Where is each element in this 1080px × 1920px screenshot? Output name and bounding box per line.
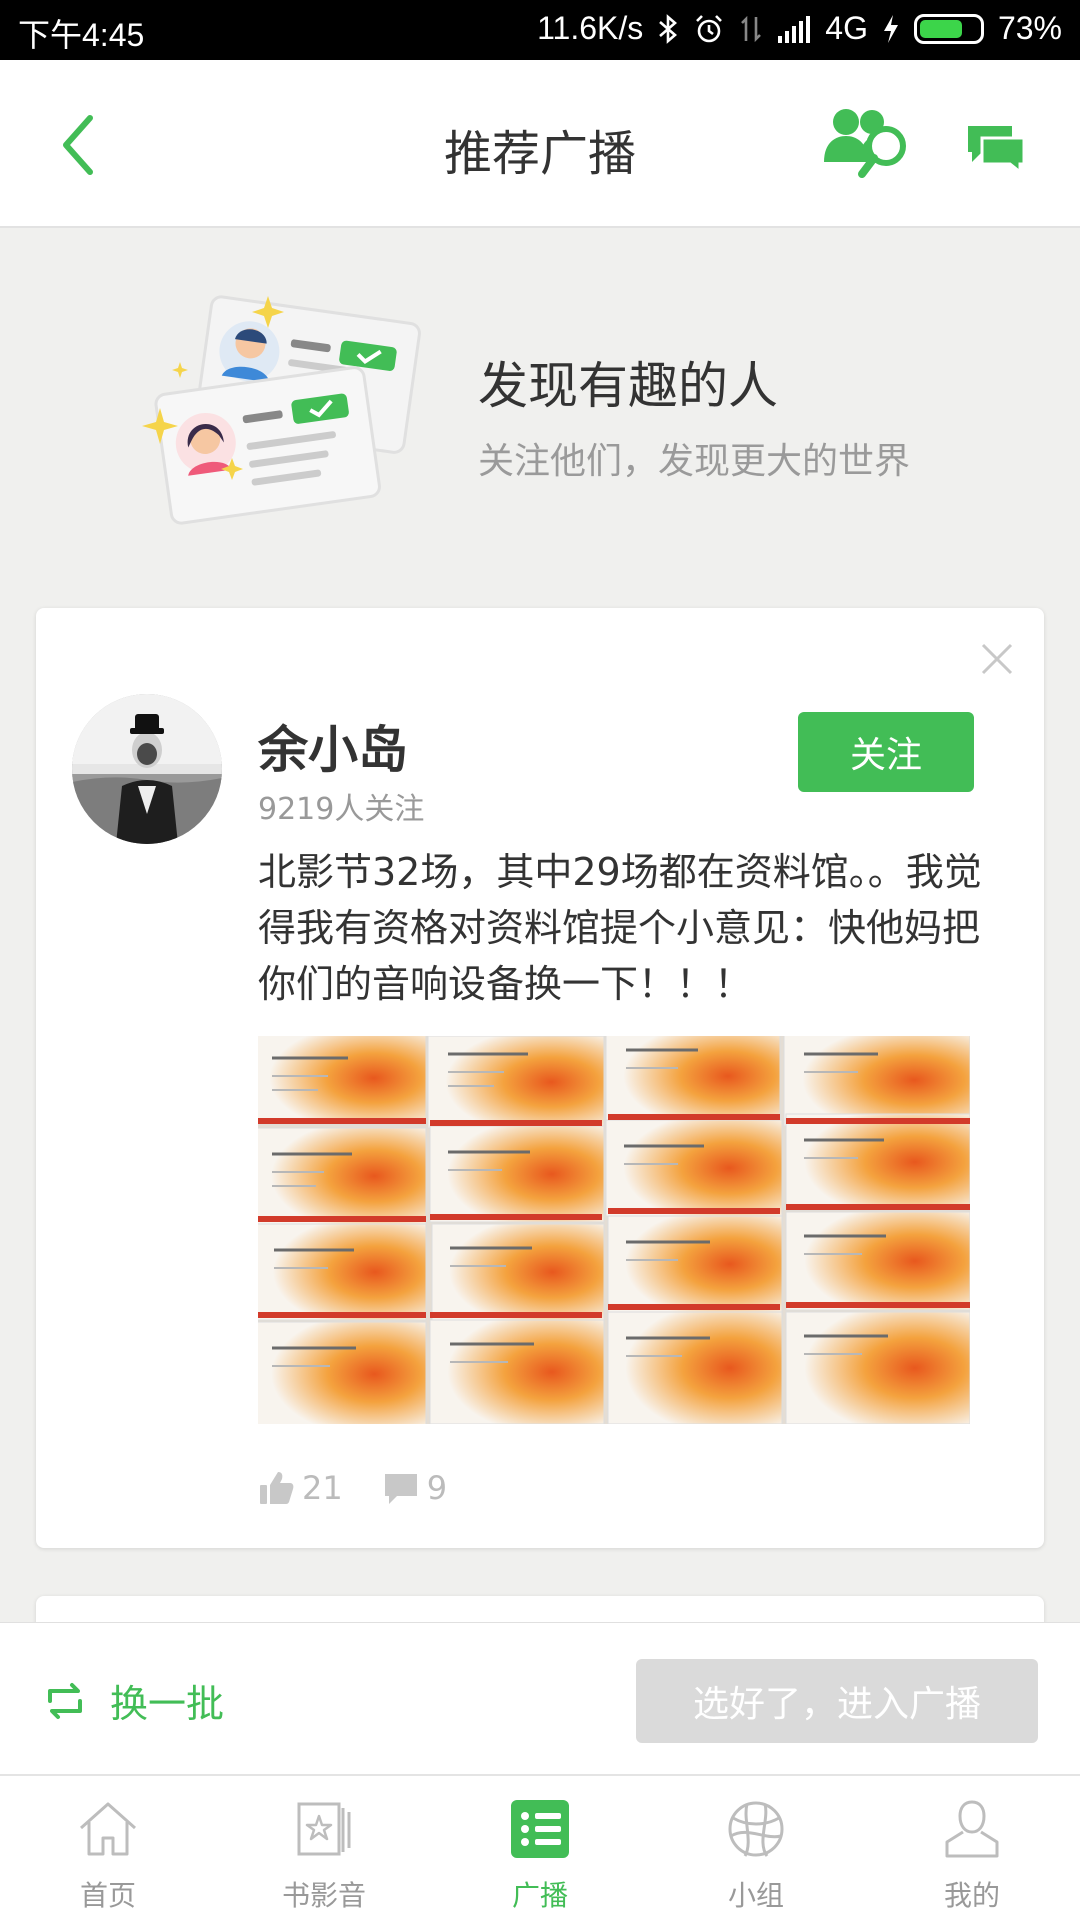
tab-group[interactable]: 小组 — [648, 1776, 864, 1920]
battery-fill — [919, 19, 962, 38]
battery-icon — [913, 13, 984, 44]
top-header: 推荐广播 — [0, 60, 1080, 228]
battery-percent: 73% — [997, 10, 1062, 46]
message-icon[interactable] — [966, 122, 1028, 172]
follower-count: 9219人关注 — [258, 792, 425, 827]
tickets-photo — [258, 1036, 970, 1424]
home-icon — [80, 1802, 136, 1856]
signal-icon — [778, 15, 811, 43]
thumbs-up-icon — [260, 1472, 294, 1504]
tab-profile[interactable]: 我的 — [864, 1776, 1080, 1920]
avatar[interactable] — [72, 694, 222, 844]
post-image[interactable] — [258, 1036, 970, 1424]
follow-button[interactable]: 关注 — [798, 712, 974, 792]
bottom-tab-bar: 首页 书影音 广播 小组 我的 — [0, 1774, 1080, 1920]
media-icon — [297, 1802, 351, 1856]
tab-broadcast[interactable]: 广播 — [432, 1776, 648, 1920]
group-icon — [728, 1801, 784, 1857]
tab-media-label: 书影音 — [281, 1879, 366, 1912]
broadcast-icon — [511, 1800, 569, 1858]
profile-icon — [945, 1800, 999, 1858]
tab-home[interactable]: 首页 — [0, 1776, 216, 1920]
tab-home-label: 首页 — [79, 1879, 136, 1912]
comment-count: 9 — [426, 1469, 448, 1507]
enter-broadcast-button[interactable]: 选好了，进入广播 — [636, 1659, 1038, 1743]
network-type: 4G — [825, 10, 868, 46]
data-transfer-icon — [741, 15, 762, 42]
avatar-image — [72, 694, 222, 844]
tab-media[interactable]: 书影音 — [216, 1776, 432, 1920]
user-name[interactable]: 余小岛 — [258, 710, 408, 782]
page-title: 推荐广播 — [443, 126, 636, 182]
tab-broadcast-label: 广播 — [511, 1879, 568, 1912]
discover-people-illustration — [142, 295, 421, 525]
charging-icon — [883, 14, 898, 43]
close-icon[interactable] — [980, 642, 1014, 676]
comment-icon — [384, 1474, 417, 1504]
network-speed: 11.6K/s — [537, 10, 644, 46]
status-time: 下午4:45 — [18, 17, 145, 53]
refresh-label: 换一批 — [110, 1682, 225, 1726]
refresh-button[interactable]: 换一批 — [40, 1673, 224, 1728]
refresh-icon — [48, 1682, 82, 1719]
hero-title: 发现有趣的人 — [478, 357, 778, 415]
comment-stat[interactable]: 9 — [383, 1469, 447, 1507]
status-right: 11.6K/s 4G 73% — [537, 10, 1062, 47]
like-count: 21 — [302, 1469, 343, 1507]
tab-profile-label: 我的 — [943, 1879, 1000, 1912]
post-stats: 21 9 — [258, 1466, 487, 1510]
hero-subtitle: 关注他们，发现更大的世界 — [478, 441, 911, 482]
action-bar: 换一批 选好了，进入广播 — [0, 1622, 1080, 1774]
post-text[interactable]: 北影节32场，其中29场都在资料馆。。我觉得我有资格对资料馆提个小意见：快他妈把… — [258, 844, 998, 1012]
status-bar: 下午4:45 11.6K/s 4G 73% — [0, 0, 1080, 60]
recommendation-card: 余小岛 9219人关注 关注 北影节32场，其中29场都在资料馆。。我觉得我有资… — [36, 608, 1044, 1548]
bluetooth-icon — [659, 13, 678, 44]
alarm-icon — [696, 14, 723, 42]
find-people-icon[interactable] — [822, 104, 914, 180]
like-stat[interactable]: 21 — [258, 1469, 343, 1507]
tab-group-label: 小组 — [727, 1879, 784, 1912]
